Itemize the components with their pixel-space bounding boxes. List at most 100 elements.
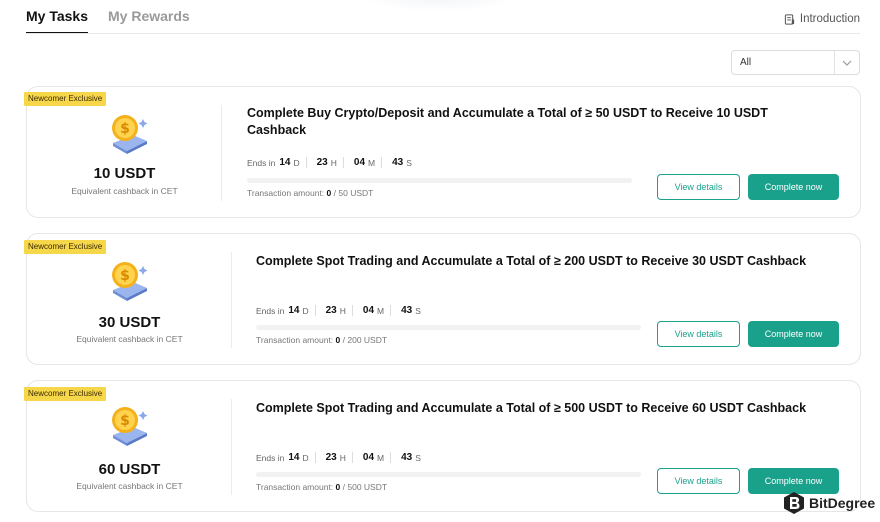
tab-bar: My Tasks My Rewards [26, 0, 190, 34]
coin-stack-icon: $ [112, 407, 148, 446]
task-card: $ 60 USDT Equivalent cashback in CET Com… [26, 380, 861, 512]
card-divider [231, 399, 232, 495]
document-icon [784, 13, 794, 25]
task-filter-select[interactable]: All [731, 50, 860, 75]
introduction-link[interactable]: Introduction [784, 13, 860, 25]
task-title-line: Complete Spot Trading and Accumulate a T… [256, 254, 807, 268]
coin-stack-icon: $ [112, 115, 148, 154]
seconds-unit: S [415, 452, 421, 463]
reward-amount: 60 USDT [98, 461, 161, 478]
svg-text:$: $ [120, 413, 130, 429]
task-title-line: Cashback [247, 123, 307, 137]
ends-label: Ends in [256, 452, 285, 463]
task-card: $ 30 USDT Equivalent cashback in CET Com… [26, 233, 861, 365]
countdown-separator [314, 452, 316, 463]
introduction-label: Introduction [799, 13, 860, 25]
countdown-days: 14 [288, 305, 300, 316]
progress-bar [256, 472, 641, 477]
countdown-separator [314, 305, 316, 316]
days-unit: D [293, 157, 300, 168]
countdown-minutes: 04 [362, 305, 375, 316]
task-title: Complete Buy Crypto/Deposit and Accumula… [247, 105, 827, 139]
countdown: Ends in 14 D 23 H 04 M 43 S [247, 157, 412, 168]
transaction-amount: Transaction amount: 0 / 500 USDT [256, 482, 387, 492]
reward-equivalent: Equivalent cashback in CET [76, 481, 183, 491]
bitdegree-logo-icon [784, 492, 804, 514]
days-unit: D [302, 452, 309, 463]
svg-text:$: $ [120, 121, 130, 137]
reward-amount: 30 USDT [98, 314, 161, 331]
countdown-days: 14 [279, 157, 291, 168]
countdown-separator [390, 452, 392, 463]
countdown-minutes: 04 [353, 157, 366, 168]
progress-bar [256, 325, 641, 330]
complete-now-button[interactable]: Complete now [748, 321, 839, 347]
countdown-seconds: 43 [401, 305, 413, 316]
svg-text:$: $ [120, 268, 130, 284]
task-title-line: Complete Buy Crypto/Deposit and Accumula… [247, 106, 768, 120]
transaction-amount: Transaction amount: 0 / 200 USDT [256, 335, 387, 345]
newcomer-badge: Newcomer Exclusive [24, 92, 107, 106]
newcomer-badge: Newcomer Exclusive [24, 240, 107, 254]
transaction-target: / 500 USDT [342, 482, 388, 492]
tab-my-tasks[interactable]: My Tasks [26, 0, 88, 34]
newcomer-badge: Newcomer Exclusive [24, 387, 107, 401]
chevron-down-icon [835, 60, 859, 66]
card-divider [221, 105, 222, 201]
bitdegree-watermark: BitDegree [783, 491, 875, 515]
task-title-line: Complete Spot Trading and Accumulate a T… [256, 401, 807, 415]
seconds-unit: S [415, 305, 421, 316]
transaction-label: Transaction amount: [256, 482, 334, 492]
watermark-text: BitDegree [809, 495, 876, 511]
minutes-unit: M [377, 305, 385, 316]
reward-equivalent: Equivalent cashback in CET [71, 186, 178, 196]
ends-label: Ends in [247, 157, 276, 168]
reward-panel: $ 10 USDT Equivalent cashback in CET [27, 87, 222, 217]
countdown-hours: 23 [316, 157, 328, 168]
reward-equivalent: Equivalent cashback in CET [76, 334, 183, 344]
hours-unit: H [339, 305, 346, 316]
countdown-separator [351, 305, 353, 316]
countdown-separator [351, 452, 353, 463]
card-divider [231, 252, 232, 348]
countdown-days: 14 [288, 452, 300, 463]
view-details-button[interactable]: View details [657, 174, 740, 200]
transaction-target: / 50 USDT [333, 188, 374, 198]
transaction-target: / 200 USDT [342, 335, 388, 345]
transaction-current: 0 [335, 482, 341, 492]
transaction-label: Transaction amount: [256, 335, 334, 345]
tab-my-rewards[interactable]: My Rewards [108, 0, 190, 34]
countdown-separator [305, 157, 307, 168]
transaction-current: 0 [335, 335, 341, 345]
minutes-unit: M [377, 452, 385, 463]
top-glow [360, 0, 520, 12]
seconds-unit: S [406, 157, 412, 168]
countdown-separator [381, 157, 383, 168]
countdown-hours: 23 [325, 305, 337, 316]
countdown-separator [390, 305, 392, 316]
hours-unit: H [339, 452, 346, 463]
task-card: $ 10 USDT Equivalent cashback in CET Com… [26, 86, 861, 218]
view-details-button[interactable]: View details [657, 321, 740, 347]
countdown-seconds: 43 [401, 452, 413, 463]
progress-bar [247, 178, 632, 183]
reward-amount: 10 USDT [93, 165, 156, 182]
task-title: Complete Spot Trading and Accumulate a T… [256, 400, 846, 417]
countdown-hours: 23 [325, 452, 337, 463]
ends-label: Ends in [256, 305, 285, 316]
view-details-button[interactable]: View details [657, 468, 740, 494]
days-unit: D [302, 305, 309, 316]
countdown-separator [342, 157, 344, 168]
minutes-unit: M [368, 157, 376, 168]
task-title: Complete Spot Trading and Accumulate a T… [256, 253, 846, 270]
coin-stack-icon: $ [112, 262, 148, 301]
transaction-current: 0 [326, 188, 332, 198]
countdown: Ends in 14 D 23 H 04 M 43 S [256, 452, 421, 463]
transaction-label: Transaction amount: [247, 188, 325, 198]
hours-unit: H [330, 157, 337, 168]
countdown: Ends in 14 D 23 H 04 M 43 S [256, 305, 421, 316]
complete-now-button[interactable]: Complete now [748, 174, 839, 200]
filter-value: All [740, 57, 752, 68]
countdown-seconds: 43 [392, 157, 404, 168]
tabs-divider [26, 33, 860, 34]
